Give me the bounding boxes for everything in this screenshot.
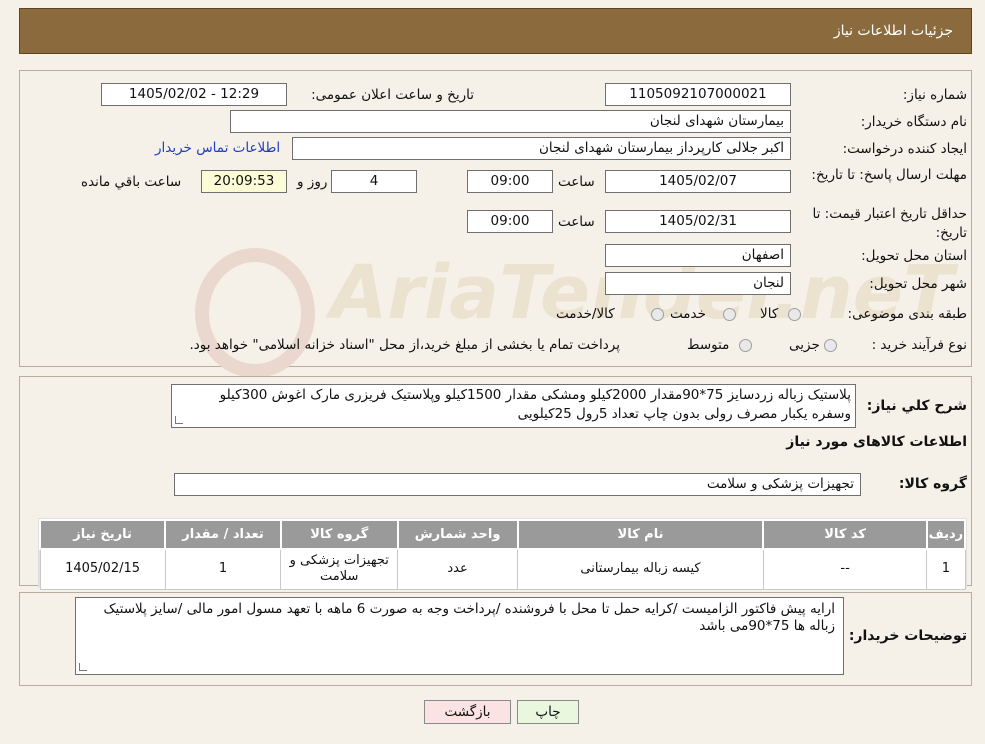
description-field: پلاستیک زباله زردسایز 75*90مقدار 2000کیل… (171, 384, 856, 428)
buyer-notes-field: ارایه پیش فاکتور الزامیست /کرایه حمل تا … (75, 597, 844, 675)
description-label: شرح کلي نياز: (866, 398, 967, 414)
items-table: ردیف کد کالا نام کالا واحد شمارش گروه کا… (38, 519, 967, 590)
col-unit: واحد شمارش (396, 519, 519, 550)
category-goods-service-label: کالا/خدمت (556, 306, 615, 322)
table-header-row: ردیف کد کالا نام کالا واحد شمارش گروه کا… (38, 519, 967, 550)
need-number-label: شماره نیاز: (902, 87, 967, 103)
price-validity-time-field: 09:00 (467, 210, 553, 233)
buyer-org-field: بیمارستان شهدای لنجان (230, 110, 791, 133)
description-line-2: وسفره یکبار مصرف رولی بدون چاپ تعداد 5رو… (517, 406, 851, 422)
buyer-notes-text: ارایه پیش فاکتور الزامیست /کرایه حمل تا … (103, 601, 835, 634)
city-field: لنجان (605, 272, 791, 295)
purchase-type-label: نوع فرآیند خرید : (871, 337, 967, 353)
purchase-medium-label: متوسط (687, 337, 730, 353)
col-row-number: ردیف (925, 519, 967, 550)
price-validity-time-word: ساعت (558, 214, 595, 230)
col-item-code: کد کالا (762, 519, 928, 550)
description-line-1: پلاستیک زباله زردسایز 75*90مقدار 2000کیل… (219, 387, 851, 403)
cell-item-code: -- (762, 548, 928, 590)
buyer-notes-label: توضیحات خریدار: (848, 628, 967, 644)
category-service-label: خدمت (670, 306, 706, 322)
announce-label: تاریخ و ساعت اعلان عمومی: (311, 87, 474, 103)
page-title: جزئیات اطلاعات نیاز (833, 23, 953, 39)
resize-handle-icon[interactable] (79, 663, 87, 671)
days-word: روز و (297, 174, 328, 190)
province-field: اصفهان (605, 244, 791, 267)
city-label: شهر محل تحویل: (869, 276, 967, 292)
province-label: استان محل تحویل: (861, 248, 967, 264)
cell-group: تجهیزات پزشکی و سلامت (280, 548, 399, 590)
creator-field: اکبر جلالی کارپرداز بیمارستان شهدای لنجا… (292, 137, 791, 160)
cell-row-number: 1 (926, 548, 966, 590)
purchase-note: پرداخت تمام یا بخشی از مبلغ خرید،از محل … (189, 337, 620, 353)
deadline-label: مهلت ارسال پاسخ: تا تاریخ: (811, 167, 967, 183)
print-button[interactable]: چاپ (517, 700, 579, 724)
goods-section-title: اطلاعات کالاهای مورد نیاز (786, 434, 967, 450)
category-service-radio[interactable] (723, 308, 736, 321)
purchase-small-radio[interactable] (824, 339, 837, 352)
need-number-field: 1105092107000021 (605, 83, 791, 106)
cell-item-name: کیسه زباله بیمارستانی (517, 548, 764, 590)
cell-quantity: 1 (164, 548, 282, 590)
col-group: گروه کالا (279, 519, 399, 550)
category-goods-radio[interactable] (788, 308, 801, 321)
announce-field: 1405/02/02 - 12:29 (101, 83, 287, 106)
col-need-date: تاریخ نیاز (38, 519, 167, 550)
back-button[interactable]: بازگشت (424, 700, 511, 724)
category-goods-service-radio[interactable] (651, 308, 664, 321)
goods-group-field: تجهیزات پزشکی و سلامت (174, 473, 861, 496)
table-row: 1 -- کیسه زباله بیمارستانی عدد تجهیزات پ… (39, 548, 966, 590)
price-validity-label: حداقل تاریخ اعتبار قیمت: تا تاریخ: (812, 206, 967, 241)
col-item-name: نام کالا (516, 519, 765, 550)
remaining-time-field: 20:09:53 (201, 170, 287, 193)
price-validity-date-field: 1405/02/31 (605, 210, 791, 233)
col-quantity: تعداد / مقدار (164, 519, 282, 550)
days-field: 4 (331, 170, 417, 193)
cell-need-date: 1405/02/15 (39, 548, 166, 590)
buyer-org-label: نام دستگاه خریدار: (860, 114, 967, 130)
items-table-wrap: ردیف کد کالا نام کالا واحد شمارش گروه کا… (38, 518, 967, 590)
cell-unit: عدد (397, 548, 519, 590)
purchase-medium-radio[interactable] (739, 339, 752, 352)
purchase-small-label: جزیی (789, 337, 820, 353)
remaining-word: ساعت باقي مانده (81, 174, 182, 190)
goods-group-label: گروه کالا: (898, 476, 967, 492)
deadline-date-field: 1405/02/07 (605, 170, 791, 193)
category-label: طبقه بندی موضوعی: (847, 306, 967, 322)
creator-label: ایجاد کننده درخواست: (842, 141, 967, 157)
page-header: جزئیات اطلاعات نیاز (19, 8, 972, 54)
deadline-time-field: 09:00 (467, 170, 553, 193)
deadline-time-word: ساعت (558, 174, 595, 190)
category-goods-label: کالا (760, 306, 779, 322)
resize-handle-icon[interactable] (175, 416, 183, 424)
buyer-contact-link[interactable]: اطلاعات تماس خریدار (155, 140, 280, 156)
